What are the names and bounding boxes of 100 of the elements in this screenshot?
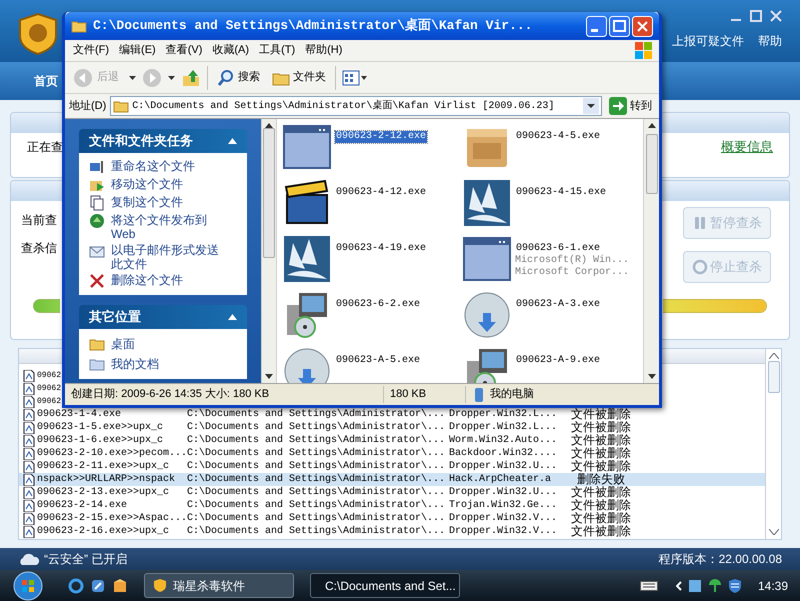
result-row[interactable]: 090623-2-16.exe>>upx_c C:\Documents and Settings\Administrator\... Dropper.Win32.V... 文件被删除 bbox=[19, 525, 765, 538]
result-row[interactable]: 090623-2-14.exe C:\Documents and Settings\Administrator\... Trojan.Win32.Ge... 文件被删除 bbox=[19, 499, 765, 512]
scroll-thumb[interactable] bbox=[263, 128, 275, 258]
status-text: 创建日期: 2009-6-26 14:35 大小: 180 KB bbox=[70, 387, 270, 402]
file-name[interactable]: 090623-A-5.exe bbox=[335, 355, 422, 367]
file-name[interactable]: 090623-4-15.exe bbox=[515, 187, 608, 199]
cloud-icon bbox=[18, 552, 40, 566]
menu-link[interactable]: 帮助 bbox=[758, 32, 782, 50]
back-button: 后退 bbox=[69, 64, 123, 90]
result-cell: 文件被删除 bbox=[571, 434, 631, 447]
menu-item[interactable]: 工具(T) bbox=[255, 42, 300, 59]
cube-icon[interactable] bbox=[688, 578, 702, 594]
address-field[interactable]: C:\Documents and Settings\Administrator\桌面\Kafan Virlist [2009.06.23] bbox=[110, 96, 602, 116]
menu-item[interactable]: 查看(V) bbox=[162, 42, 206, 59]
task-link[interactable]: 移动这个文件 bbox=[111, 177, 223, 191]
scroll-up-icon[interactable] bbox=[768, 353, 778, 359]
umbrella-icon[interactable] bbox=[708, 578, 722, 594]
chevron-left-icon[interactable] bbox=[676, 580, 682, 590]
keyboard-icon[interactable] bbox=[640, 580, 658, 590]
result-cell: 文件被删除 bbox=[571, 408, 631, 421]
scroll-down-icon[interactable] bbox=[768, 529, 778, 535]
shield-icon[interactable] bbox=[728, 578, 742, 594]
edit-icon[interactable] bbox=[90, 578, 106, 594]
result-row[interactable]: 090623-2-15.exe>>Aspac...C:\Documents and Settings\Administrator\... Dropper.Win32.V... 文件被删除 bbox=[19, 512, 765, 525]
dropdown-arrow-icon[interactable] bbox=[129, 76, 136, 80]
file-icon bbox=[23, 370, 35, 382]
panel-header[interactable]: 其它位置 bbox=[79, 305, 247, 329]
file-icon bbox=[23, 422, 35, 434]
file-name[interactable]: 090623-4-5.exe bbox=[515, 131, 602, 143]
views-icon[interactable] bbox=[342, 68, 368, 86]
path-cell-text: C:\Documents and Settings\Administrator\... bbox=[187, 512, 446, 525]
task-link[interactable]: 复制这个文件 bbox=[111, 195, 223, 209]
file-icon bbox=[23, 434, 35, 446]
result-row[interactable]: 090623-2-10.exe>>pecom...C:\Documents and Settings\Administrator\... Backdoor.Win32.... 文件被删除 bbox=[19, 447, 765, 460]
window-icon bbox=[283, 123, 331, 171]
result-cell: 文件被删除 bbox=[571, 512, 631, 525]
file-name-cell: 090623-2-15.exe>>Aspac... bbox=[37, 512, 187, 525]
scroll-down-icon[interactable] bbox=[265, 374, 273, 379]
menu-item[interactable]: 编辑(E) bbox=[115, 42, 160, 59]
maximize-icon[interactable] bbox=[750, 10, 762, 22]
browser-icon[interactable] bbox=[68, 578, 84, 594]
task-link[interactable]: 以电子邮件形式发送此文件 bbox=[111, 243, 223, 271]
search-button[interactable]: 搜索 bbox=[214, 64, 263, 90]
virus-name-cell-text: Dropper.Win32.V... bbox=[449, 525, 558, 538]
file-name[interactable]: 090623-6-2.exe bbox=[335, 299, 422, 311]
file-name[interactable]: 090623-4-19.exe bbox=[335, 243, 428, 255]
panel-header[interactable]: 文件和文件夹任务 bbox=[79, 129, 247, 153]
start-orb-icon[interactable] bbox=[12, 570, 44, 600]
result-row[interactable]: 090623-1-6.exe>>upx_c C:\Documents and Settings\Administrator\... Worm.Win32.Auto... 文件被删除 bbox=[19, 434, 765, 447]
task-link[interactable]: 删除这个文件 bbox=[111, 273, 223, 287]
folder-up-icon[interactable] bbox=[181, 68, 201, 88]
delete-icon bbox=[89, 273, 105, 289]
collapse-icon[interactable] bbox=[228, 138, 237, 144]
collapse-icon[interactable] bbox=[228, 314, 237, 320]
file-name[interactable]: 090623-4-12.exe bbox=[335, 187, 428, 199]
file-name[interactable]: 090623-A-3.exe bbox=[515, 299, 602, 311]
window-title: C:\Documents and Settings\Administrator\桌面\Kafan Vir... bbox=[93, 17, 532, 36]
file-name-cell-text: 09062 bbox=[37, 396, 61, 408]
taskbar-button[interactable]: C:\Documents and Set... bbox=[310, 573, 460, 598]
folders-button[interactable]: 文件夹 bbox=[269, 64, 329, 90]
result-row[interactable]: 090623-2-13.exe>>upx_c C:\Documents and Settings\Administrator\... Dropper.Win32.U... 文件被删除 bbox=[19, 486, 765, 499]
file-name-cell-text: 09062 bbox=[37, 383, 61, 395]
file-name-cell-text: 090623-1-4.exe bbox=[37, 408, 122, 421]
file-name[interactable]: 090623-A-9.exe bbox=[515, 355, 602, 367]
scroll-thumb[interactable] bbox=[646, 134, 658, 194]
result-row[interactable]: nspack>>URLLARP>>nspack C:\Documents and Settings\Administrator\... Hack.ArpCheater.a 删除失败 bbox=[19, 473, 765, 486]
menu-item[interactable]: 帮助(H) bbox=[301, 42, 346, 59]
package-icon[interactable] bbox=[112, 578, 128, 594]
stop-scan-button: 停止查杀 bbox=[683, 251, 771, 283]
stop-circle-icon bbox=[692, 259, 708, 275]
disc-download-icon bbox=[463, 291, 511, 339]
task-link[interactable]: 将这个文件发布到 Web bbox=[111, 213, 223, 241]
menu-item[interactable]: 收藏(A) bbox=[208, 42, 254, 59]
globe-icon bbox=[89, 213, 105, 229]
virus-name-cell-text: Dropper.Win32.V... bbox=[449, 512, 558, 525]
go-button[interactable]: 转到 bbox=[606, 96, 655, 116]
dropdown-arrow-icon[interactable] bbox=[168, 76, 175, 80]
task-link[interactable]: 重命名这个文件 bbox=[111, 159, 223, 173]
file-icon bbox=[23, 500, 35, 512]
scroll-thumb[interactable] bbox=[768, 361, 780, 393]
nav-tab[interactable]: 首页 bbox=[28, 70, 64, 92]
result-row[interactable]: 090623-2-11.exe>>upx_c C:\Documents and Settings\Administrator\... Dropper.Win32.U... 文件被删除 bbox=[19, 460, 765, 473]
menu-link[interactable]: 上报可疑文件 bbox=[672, 32, 744, 50]
file-name-cell-text: 090623-2-13.exe>>upx_c bbox=[37, 486, 170, 499]
sail-icon bbox=[283, 235, 331, 283]
place-link[interactable]: 我的文档 bbox=[111, 355, 159, 373]
place-link[interactable]: 桌面 bbox=[111, 335, 135, 353]
scroll-up-icon[interactable] bbox=[648, 123, 656, 128]
scroll-down-icon[interactable] bbox=[648, 374, 656, 379]
taskbar-button[interactable]: 瑞星杀毒软件 bbox=[144, 573, 294, 598]
menu-item[interactable]: 文件(F) bbox=[69, 42, 114, 59]
virus-name-cell-text: Worm.Win32.Auto... bbox=[449, 434, 558, 447]
close-icon[interactable] bbox=[770, 10, 782, 22]
summary-link[interactable]: 概要信息 bbox=[721, 137, 773, 156]
file-name[interactable]: 090623-6-1.exe bbox=[515, 243, 630, 255]
file-icon bbox=[23, 486, 35, 498]
file-name[interactable]: 090623-2-12.exe bbox=[335, 131, 428, 143]
result-row[interactable]: 090623-1-4.exe C:\Documents and Settings\Administrator\... Dropper.Win32.L... 文件被删除 bbox=[19, 408, 765, 421]
minimize-icon[interactable] bbox=[586, 16, 607, 36]
result-row[interactable]: 090623-1-5.exe>>upx_c C:\Documents and Settings\Administrator\... Dropper.Win32.L... 文件被删除 bbox=[19, 421, 765, 434]
